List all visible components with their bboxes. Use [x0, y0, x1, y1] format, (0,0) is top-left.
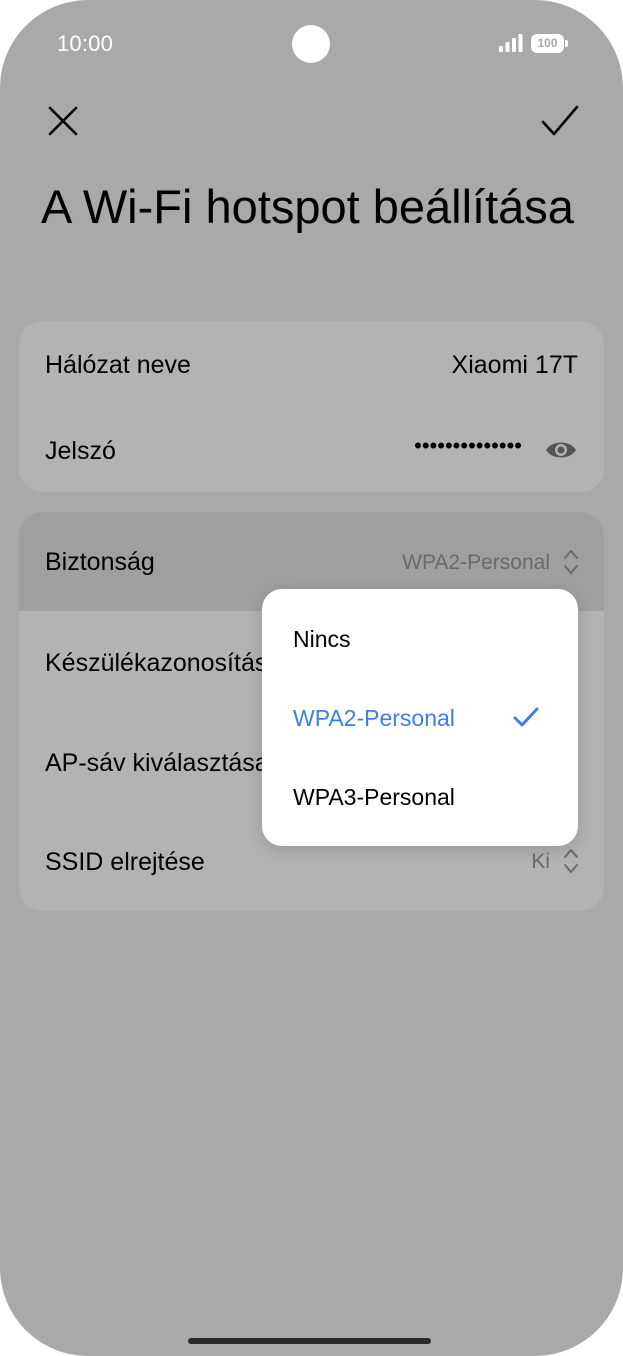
hide-ssid-value: Ki — [531, 850, 550, 873]
device-id-label: Készülékazonosítás — [45, 649, 268, 677]
chevron-up-down-icon — [564, 550, 578, 574]
dropdown-option-label: Nincs — [293, 626, 351, 652]
network-name-row[interactable]: Hálózat neve Xiaomi 17T — [19, 321, 604, 407]
dropdown-option-wpa2[interactable]: WPA2-Personal — [262, 679, 578, 758]
eye-icon[interactable] — [544, 437, 578, 463]
status-time: 10:00 — [57, 31, 114, 56]
dropdown-option-label: WPA3-Personal — [293, 784, 455, 810]
battery-icon: 100 — [531, 34, 568, 53]
close-icon[interactable] — [40, 98, 88, 146]
security-label: Biztonság — [45, 548, 155, 576]
dropdown-option-wpa3[interactable]: WPA3-Personal — [262, 758, 578, 837]
phone-screen: 10:00 100 A Wi-Fi hotspot beállítása Hál… — [0, 0, 623, 1356]
password-row[interactable]: Jelszó •••••••••••••• — [19, 407, 604, 492]
security-dropdown: Nincs WPA2-Personal WPA3-Personal — [262, 589, 578, 846]
network-name-value: Xiaomi 17T — [451, 351, 578, 379]
security-value: WPA2-Personal — [402, 551, 550, 574]
signal-icon — [499, 34, 523, 52]
dropdown-option-label: WPA2-Personal — [293, 705, 455, 731]
password-value: •••••••••••••• — [414, 433, 522, 458]
chevron-up-down-icon — [564, 849, 578, 873]
hide-ssid-label: SSID elrejtése — [45, 848, 205, 876]
check-icon[interactable] — [536, 98, 584, 146]
front-camera — [292, 25, 330, 63]
dropdown-option-none[interactable]: Nincs — [262, 600, 578, 679]
password-label: Jelszó — [45, 437, 116, 465]
check-icon — [513, 707, 539, 727]
page-title: A Wi-Fi hotspot beállítása — [41, 180, 574, 233]
network-name-label: Hálózat neve — [45, 351, 191, 379]
network-card: Hálózat neve Xiaomi 17T Jelszó •••••••••… — [19, 321, 604, 492]
home-indicator[interactable] — [188, 1338, 431, 1344]
ap-band-label: AP-sáv kiválasztása — [45, 749, 269, 777]
